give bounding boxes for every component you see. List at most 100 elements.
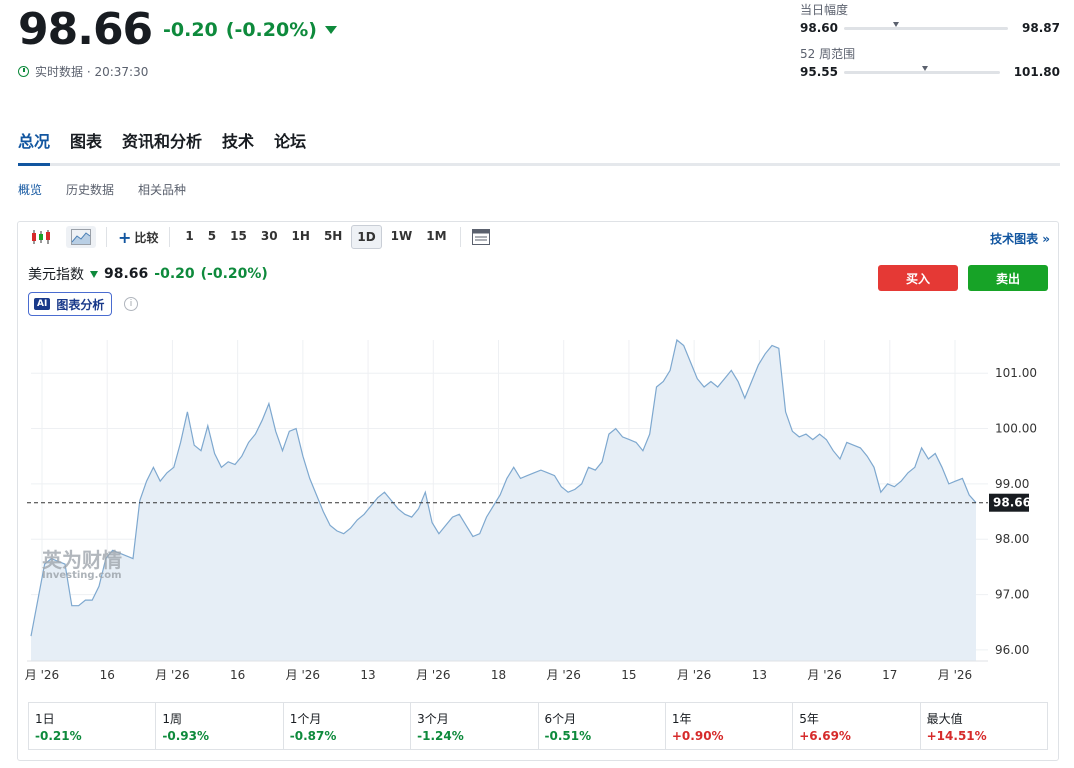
x-tick-label: 月 '26 <box>286 668 320 682</box>
performance-value: -0.87% <box>289 729 337 743</box>
week52-range-low: 95.55 <box>800 65 838 79</box>
toolbar-divider <box>459 227 461 247</box>
ai-button-label: 图表分析 <box>56 297 105 312</box>
candlestick-icon[interactable] <box>26 226 56 248</box>
period-button-1d[interactable]: 1D <box>351 225 382 249</box>
buy-button[interactable]: 买入 <box>878 265 958 291</box>
period-button-15[interactable]: 15 <box>225 225 252 247</box>
tab-forum[interactable]: 论坛 <box>274 128 306 162</box>
instrument-change: -0.20 <box>154 266 195 282</box>
week52-range-high: 101.80 <box>1013 65 1060 79</box>
performance-cell: 6个月 -0.51% <box>539 703 666 749</box>
tab-news-analysis[interactable]: 资讯和分析 <box>122 128 202 162</box>
tab-chart[interactable]: 图表 <box>70 128 102 162</box>
y-tick-label: 99.00 <box>995 477 1029 491</box>
day-range-label: 当日幅度 <box>800 3 849 17</box>
x-tick-label: 18 <box>491 668 506 682</box>
period-button-30[interactable]: 30 <box>256 225 283 247</box>
performance-value: -1.24% <box>417 729 464 743</box>
x-tick-label: 月 '26 <box>25 668 59 682</box>
instrument-price: 98.66 <box>104 266 149 282</box>
toolbar-divider <box>106 227 107 247</box>
day-range-high: 98.87 <box>1022 21 1060 35</box>
change-value: -0.20 <box>163 19 218 41</box>
tab-technical[interactable]: 技术 <box>222 128 254 162</box>
info-icon[interactable]: i <box>124 297 138 311</box>
period-button-1m[interactable]: 1M <box>421 225 451 247</box>
x-tick-label: 月 '26 <box>155 668 189 682</box>
performance-cell: 1周 -0.93% <box>156 703 284 749</box>
x-tick-label: 15 <box>621 668 636 682</box>
ai-chart-analysis-button[interactable]: AI 图表分析 <box>28 292 113 316</box>
performance-cell: 1个月 -0.87% <box>284 703 412 749</box>
x-tick-label: 13 <box>752 668 767 682</box>
performance-period: 1周 <box>162 712 183 726</box>
x-tick-label: 月 '26 <box>677 668 711 682</box>
period-button-5[interactable]: 5 <box>203 225 221 247</box>
tech-chart-link[interactable]: 技术图表 » <box>990 230 1050 247</box>
price-chart[interactable]: 96.00 97.00 98.00 99.00 100.00 101.00 98.66 月 '… <box>0 330 1074 690</box>
period-button-5h[interactable]: 5H <box>319 225 347 247</box>
subtab-related[interactable]: 相关品种 <box>138 181 186 198</box>
y-tick-label: 98.00 <box>995 532 1029 546</box>
subtab-overview[interactable]: 概览 <box>18 181 42 198</box>
down-arrow-icon <box>90 270 98 278</box>
x-tick-label: 月 '26 <box>547 668 581 682</box>
performance-period: 3个月 <box>417 712 449 726</box>
chart-toolbar: + 比较 1 5 15 30 1H 5H 1D 1W 1M 技术图表 » <box>18 222 1058 252</box>
clock-icon <box>18 66 29 77</box>
ai-icon: AI <box>34 298 51 310</box>
price-value: 98.66 <box>18 4 153 55</box>
main-tabs: 总况 图表 资讯和分析 技术 论坛 <box>18 128 306 162</box>
performance-cell: 最大值 +14.51% <box>921 703 1047 749</box>
last-price-label: 98.66 <box>993 496 1031 510</box>
performance-value: +14.51% <box>926 729 987 743</box>
toolbar-divider <box>169 227 171 247</box>
performance-period: 5年 <box>799 712 819 726</box>
period-button-1[interactable]: 1 <box>180 225 198 247</box>
period-button-1h[interactable]: 1H <box>287 225 315 247</box>
performance-value: +0.90% <box>671 729 724 743</box>
x-tick-label: 16 <box>230 668 245 682</box>
realtime-status: 实时数据 · 20:37:30 <box>18 63 148 80</box>
period-button-1w[interactable]: 1W <box>386 225 418 247</box>
performance-value: -0.51% <box>544 729 592 743</box>
day-range-marker <box>893 21 900 27</box>
investing-watermark: 英为财情 Investing.com <box>42 544 122 581</box>
week52-range-marker <box>921 65 928 71</box>
y-tick-label: 97.00 <box>995 588 1029 602</box>
week52-range: 52 周范围 95.55 101.80 <box>800 45 1060 79</box>
day-range: 当日幅度 98.60 98.87 <box>800 1 1060 35</box>
performance-cell: 1年 +0.90% <box>666 703 794 749</box>
instrument-name: 美元指数 <box>28 267 84 283</box>
week52-range-bar <box>844 65 1000 74</box>
down-arrow-icon <box>324 26 337 34</box>
performance-cell: 3个月 -1.24% <box>411 703 539 749</box>
x-tick-label: 17 <box>882 668 897 682</box>
x-tick-label: 月 '26 <box>938 668 972 682</box>
performance-period: 1日 <box>35 712 55 726</box>
y-tick-label: 101.00 <box>995 366 1037 380</box>
watermark-logo: 英为财情 <box>42 548 122 572</box>
area-chart-icon[interactable] <box>66 226 96 248</box>
instrument-change-pct: (-0.20%) <box>200 266 268 282</box>
day-range-low: 98.60 <box>800 21 838 35</box>
week52-range-label: 52 周范围 <box>800 47 856 61</box>
performance-value: -0.21% <box>35 729 82 743</box>
period-selector: 1 5 15 30 1H 5H 1D 1W 1M <box>180 225 451 249</box>
plus-icon: + <box>118 227 132 247</box>
y-tick-label: 96.00 <box>995 643 1029 657</box>
performance-period: 6个月 <box>544 712 577 726</box>
x-tick-label: 月 '26 <box>416 668 450 682</box>
y-tick-label: 100.00 <box>995 422 1037 436</box>
compare-button[interactable]: + 比较 <box>113 226 163 248</box>
table-view-icon[interactable] <box>467 226 495 248</box>
tab-overview[interactable]: 总况 <box>18 128 50 162</box>
x-tick-label: 16 <box>100 668 115 682</box>
change-percent: (-0.20%) <box>225 19 317 41</box>
performance-period: 1个月 <box>289 712 322 726</box>
sell-button[interactable]: 卖出 <box>968 265 1048 291</box>
watermark-sub: Investing.com <box>42 570 122 581</box>
performance-value: -0.93% <box>162 729 209 743</box>
subtab-history[interactable]: 历史数据 <box>66 181 114 198</box>
